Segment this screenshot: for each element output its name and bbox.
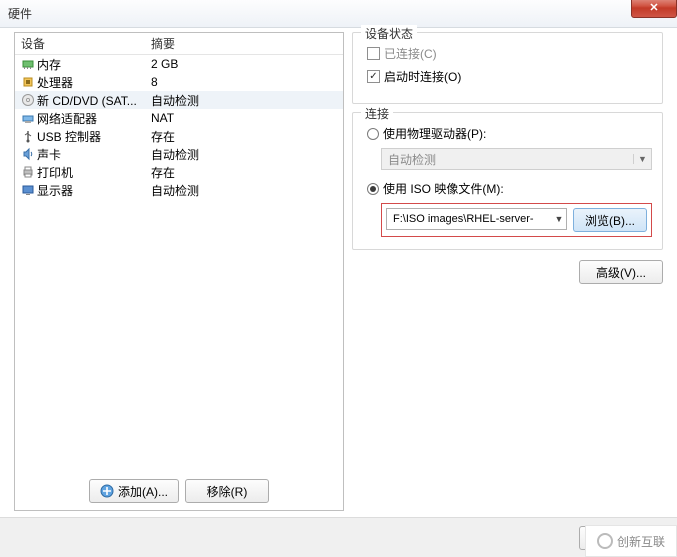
remove-button-label: 移除(R): [207, 483, 248, 500]
add-button[interactable]: 添加(A)...: [89, 479, 179, 503]
browse-button[interactable]: 浏览(B)...: [573, 208, 647, 232]
checkbox-icon: ✓: [367, 70, 380, 83]
iso-file-radio[interactable]: 使用 ISO 映像文件(M):: [367, 180, 652, 197]
watermark-text: 创新互联: [617, 533, 665, 550]
iso-file-label: 使用 ISO 映像文件(M):: [383, 180, 504, 197]
device-status-title: 设备状态: [361, 25, 417, 42]
printer-icon: [19, 165, 37, 179]
advanced-button[interactable]: 高级(V)...: [579, 260, 663, 284]
header-device: 设备: [15, 35, 145, 52]
device-panel: 设备 摘要 内存2 GB处理器8新 CD/DVD (SAT...自动检测网络适配…: [14, 32, 344, 511]
device-summary: NAT: [145, 111, 343, 125]
device-status-group: 设备状态 已连接(C) ✓ 启动时连接(O): [352, 32, 663, 104]
device-name: 内存: [37, 56, 145, 73]
physical-drive-label: 使用物理驱动器(P):: [383, 125, 486, 142]
footer: 关闭: [0, 517, 677, 557]
add-icon: [100, 484, 114, 498]
titlebar: 硬件 ✕: [0, 0, 677, 28]
close-icon: ✕: [649, 1, 658, 14]
watermark: 创新互联: [585, 525, 677, 557]
radio-icon: [367, 128, 379, 140]
display-icon: [19, 183, 37, 197]
device-row[interactable]: USB 控制器存在: [15, 127, 343, 145]
connected-label: 已连接(C): [384, 45, 437, 62]
device-name: 处理器: [37, 74, 145, 91]
sound-icon: [19, 147, 37, 161]
poweron-label: 启动时连接(O): [384, 68, 461, 85]
device-name: 显示器: [37, 182, 145, 199]
device-row[interactable]: 内存2 GB: [15, 55, 343, 73]
physical-drive-combo: 自动检测 ▼: [381, 148, 652, 170]
iso-path-value: F:\ISO images\RHEL-server-: [387, 213, 552, 225]
device-summary: 8: [145, 75, 343, 89]
memory-icon: [19, 57, 37, 71]
nic-icon: [19, 111, 37, 125]
device-list[interactable]: 内存2 GB处理器8新 CD/DVD (SAT...自动检测网络适配器NATUS…: [15, 55, 343, 472]
usb-icon: [19, 129, 37, 143]
device-table-header: 设备 摘要: [15, 33, 343, 55]
browse-button-label: 浏览(B)...: [585, 212, 635, 229]
device-summary: 2 GB: [145, 57, 343, 71]
device-summary: 存在: [145, 128, 343, 145]
window-close-button[interactable]: ✕: [631, 0, 677, 18]
physical-drive-value: 自动检测: [382, 151, 633, 168]
device-row[interactable]: 新 CD/DVD (SAT...自动检测: [15, 91, 343, 109]
connection-group: 连接 使用物理驱动器(P): 自动检测 ▼ 使用 ISO 映像文件(M): F:…: [352, 112, 663, 250]
cd-icon: [19, 93, 37, 107]
remove-button[interactable]: 移除(R): [185, 479, 269, 503]
iso-path-combo[interactable]: F:\ISO images\RHEL-server- ▼: [386, 208, 567, 230]
radio-icon: [367, 183, 379, 195]
device-name: 打印机: [37, 164, 145, 181]
device-row[interactable]: 打印机存在: [15, 163, 343, 181]
add-button-label: 添加(A)...: [118, 483, 168, 500]
device-summary: 存在: [145, 164, 343, 181]
advanced-button-label: 高级(V)...: [596, 264, 646, 281]
connected-checkbox[interactable]: 已连接(C): [367, 45, 652, 62]
checkbox-icon: [367, 47, 380, 60]
cpu-icon: [19, 75, 37, 89]
device-name: 网络适配器: [37, 110, 145, 127]
device-row[interactable]: 显示器自动检测: [15, 181, 343, 199]
device-summary: 自动检测: [145, 146, 343, 163]
device-name: 新 CD/DVD (SAT...: [37, 92, 145, 109]
header-summary: 摘要: [145, 35, 343, 52]
poweron-checkbox[interactable]: ✓ 启动时连接(O): [367, 68, 652, 85]
device-summary: 自动检测: [145, 92, 343, 109]
device-row[interactable]: 处理器8: [15, 73, 343, 91]
device-summary: 自动检测: [145, 182, 343, 199]
physical-drive-radio[interactable]: 使用物理驱动器(P):: [367, 125, 652, 142]
chevron-down-icon: ▼: [633, 154, 651, 164]
connection-title: 连接: [361, 105, 393, 122]
chevron-down-icon: ▼: [552, 214, 566, 224]
device-row[interactable]: 声卡自动检测: [15, 145, 343, 163]
watermark-logo-icon: [597, 533, 613, 549]
device-name: USB 控制器: [37, 128, 145, 145]
iso-row-highlight: F:\ISO images\RHEL-server- ▼ 浏览(B)...: [381, 203, 652, 237]
device-name: 声卡: [37, 146, 145, 163]
device-row[interactable]: 网络适配器NAT: [15, 109, 343, 127]
window-title: 硬件: [8, 5, 32, 22]
